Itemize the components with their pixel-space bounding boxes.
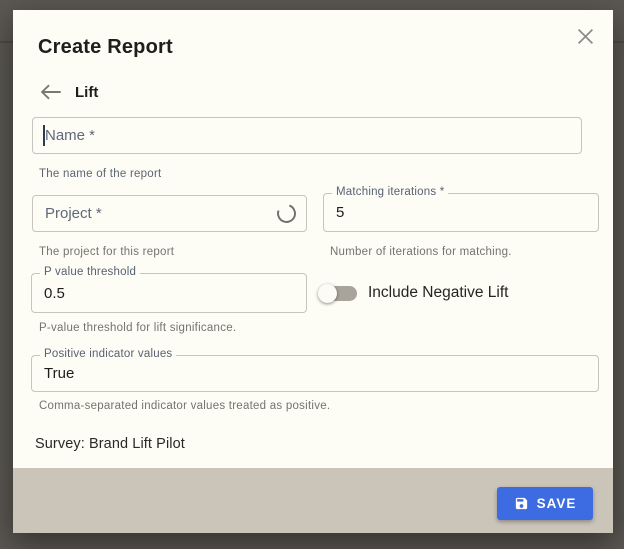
survey-note: Survey: Brand Lift Pilot bbox=[35, 436, 185, 452]
matching-iterations-helper-text: Number of iterations for matching. bbox=[330, 246, 512, 258]
p-value-input[interactable] bbox=[31, 273, 307, 313]
report-type-label: Lift bbox=[75, 84, 98, 101]
text-caret bbox=[43, 125, 45, 146]
back-button[interactable] bbox=[38, 82, 62, 102]
p-value-label: P value threshold bbox=[40, 265, 140, 279]
positive-indicator-label: Positive indicator values bbox=[40, 347, 176, 361]
project-field-wrapper bbox=[32, 195, 307, 232]
save-button-label: SAVE bbox=[537, 496, 577, 511]
save-floppy-icon bbox=[514, 496, 529, 511]
p-value-helper-text: P-value threshold for lift significance. bbox=[39, 322, 236, 334]
matching-iterations-field-wrapper: Matching iterations * bbox=[323, 193, 599, 232]
arrow-left-icon bbox=[39, 84, 61, 100]
name-helper-text: The name of the report bbox=[39, 168, 161, 180]
project-select-input[interactable] bbox=[32, 195, 307, 232]
dialog-title: Create Report bbox=[38, 36, 173, 59]
p-value-field-wrapper: P value threshold bbox=[31, 273, 307, 313]
matching-iterations-label: Matching iterations * bbox=[332, 185, 448, 199]
project-helper-text: The project for this report bbox=[39, 246, 174, 258]
include-negative-lift-label: Include Negative Lift bbox=[368, 284, 508, 302]
dialog-footer: SAVE bbox=[13, 468, 613, 533]
include-negative-lift-toggle[interactable] bbox=[318, 283, 358, 303]
create-report-dialog: Create Report Lift The name of the repor… bbox=[13, 10, 613, 533]
positive-indicator-helper-text: Comma-separated indicator values treated… bbox=[39, 400, 330, 412]
save-button[interactable]: SAVE bbox=[497, 487, 593, 520]
name-field-wrapper bbox=[32, 117, 582, 154]
toggle-thumb bbox=[318, 284, 337, 303]
close-button[interactable] bbox=[575, 26, 595, 46]
close-icon bbox=[577, 28, 594, 45]
name-input[interactable] bbox=[32, 117, 582, 154]
positive-indicator-field-wrapper: Positive indicator values bbox=[31, 355, 599, 392]
